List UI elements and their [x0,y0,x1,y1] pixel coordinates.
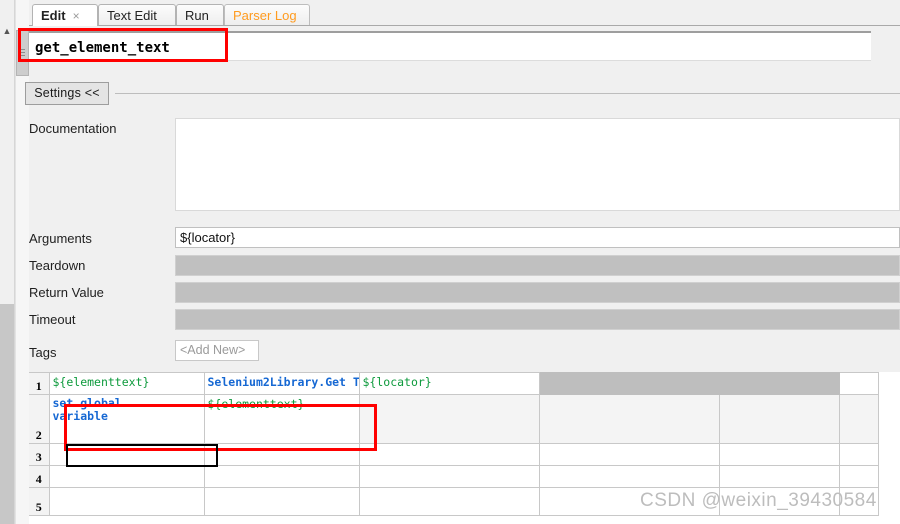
cell[interactable]: ${elementtext} [48,372,205,395]
table-row[interactable]: 4 [29,465,879,488]
cell[interactable] [203,487,360,516]
timeout-field[interactable] [175,309,900,330]
label-documentation: Documentation [29,121,117,136]
row-number: 4 [29,465,50,488]
tab-text-edit[interactable]: Text Edit [98,4,176,25]
cell[interactable]: Selenium2Library.Get Text [203,372,360,395]
cell[interactable] [718,465,840,488]
keyword-name-input[interactable] [29,35,871,61]
tab-close-icon[interactable]: × [73,9,80,23]
cell-selected[interactable] [48,443,205,466]
cell[interactable] [538,465,720,488]
outer-scroll-track[interactable] [0,304,14,524]
cell[interactable] [48,465,205,488]
cell[interactable] [718,372,840,395]
row-number: 3 [29,443,50,466]
settings-toggle-button[interactable]: Settings << [25,82,109,105]
tab-edit-label: Edit [41,8,66,23]
cell[interactable] [48,487,205,516]
cell[interactable] [838,465,879,488]
tab-run[interactable]: Run [176,4,224,25]
cell[interactable] [358,487,540,516]
cell-text: ${elementtext} [52,375,150,389]
cell[interactable] [203,465,360,488]
cell[interactable] [838,443,879,466]
teardown-field[interactable] [175,255,900,276]
arguments-input[interactable] [175,227,900,248]
keyword-name-wrapper [29,31,871,61]
cell[interactable] [838,372,879,395]
label-teardown: Teardown [29,258,86,273]
label-tags: Tags [29,345,57,360]
cell[interactable] [718,487,840,516]
cell[interactable]: set global variable [48,394,205,444]
cell[interactable] [838,487,879,516]
return-value-field[interactable] [175,282,900,303]
steps-grid: 1 ${elementtext} Selenium2Library.Get Te… [29,372,900,524]
cell[interactable]: ${locator} [358,372,540,395]
settings-form: Documentation Arguments Teardown Return … [29,110,900,365]
cell[interactable] [358,443,540,466]
cell[interactable] [538,443,720,466]
settings-divider [115,93,900,94]
outer-scroll-rail[interactable]: ▲ [0,0,15,524]
tab-edit[interactable]: Edit × [32,4,98,26]
editor-panel: Edit × Text Edit Run Parser Log Settings … [18,0,900,524]
cell[interactable] [538,372,720,395]
row-number: 1 [29,372,50,395]
cell[interactable] [358,394,540,444]
table-row[interactable]: 1 ${elementtext} Selenium2Library.Get Te… [29,372,879,395]
cell[interactable] [838,394,879,444]
cell-text: ${elementtext} [207,397,305,411]
tab-parser-log-label: Parser Log [233,8,297,23]
editor-vertical-scrollbar[interactable] [15,0,30,524]
cell-text: set global variable [52,396,122,423]
table-row[interactable]: 5 [29,487,879,516]
steps-table: 1 ${elementtext} Selenium2Library.Get Te… [29,372,879,516]
tags-add-new-button[interactable]: <Add New> [175,340,259,361]
documentation-textarea[interactable] [175,118,900,211]
tab-strip: Edit × Text Edit Run Parser Log [29,0,900,26]
label-return-value: Return Value [29,285,104,300]
tab-run-label: Run [185,8,209,23]
settings-toggle-row: Settings << [25,80,900,108]
row-number: 5 [29,487,50,516]
table-row[interactable]: 2 set global variable ${elementtext} [29,394,879,444]
cell-text: ${locator} [362,375,432,389]
label-timeout: Timeout [29,312,76,327]
editor-scroll-thumb[interactable] [16,30,29,76]
cell[interactable]: ${elementtext} [203,394,360,444]
cell[interactable] [538,487,720,516]
cell[interactable] [718,443,840,466]
tab-text-edit-label: Text Edit [107,8,157,23]
row-number: 2 [29,394,50,444]
keyword-name-bar [18,26,900,70]
tab-parser-log[interactable]: Parser Log [224,4,310,25]
table-row[interactable]: 3 [29,443,879,466]
cell[interactable] [538,394,720,444]
scroll-up-arrow-icon[interactable]: ▲ [2,26,12,36]
cell[interactable] [203,443,360,466]
outer-scroll-thumb[interactable] [0,0,14,305]
cell-text: Selenium2Library.Get Text [207,375,359,389]
app-window: ▲ Edit × Text Edit Run Parser Log get_el… [0,0,900,524]
cell[interactable] [358,465,540,488]
cell[interactable] [718,394,840,444]
label-arguments: Arguments [29,231,92,246]
